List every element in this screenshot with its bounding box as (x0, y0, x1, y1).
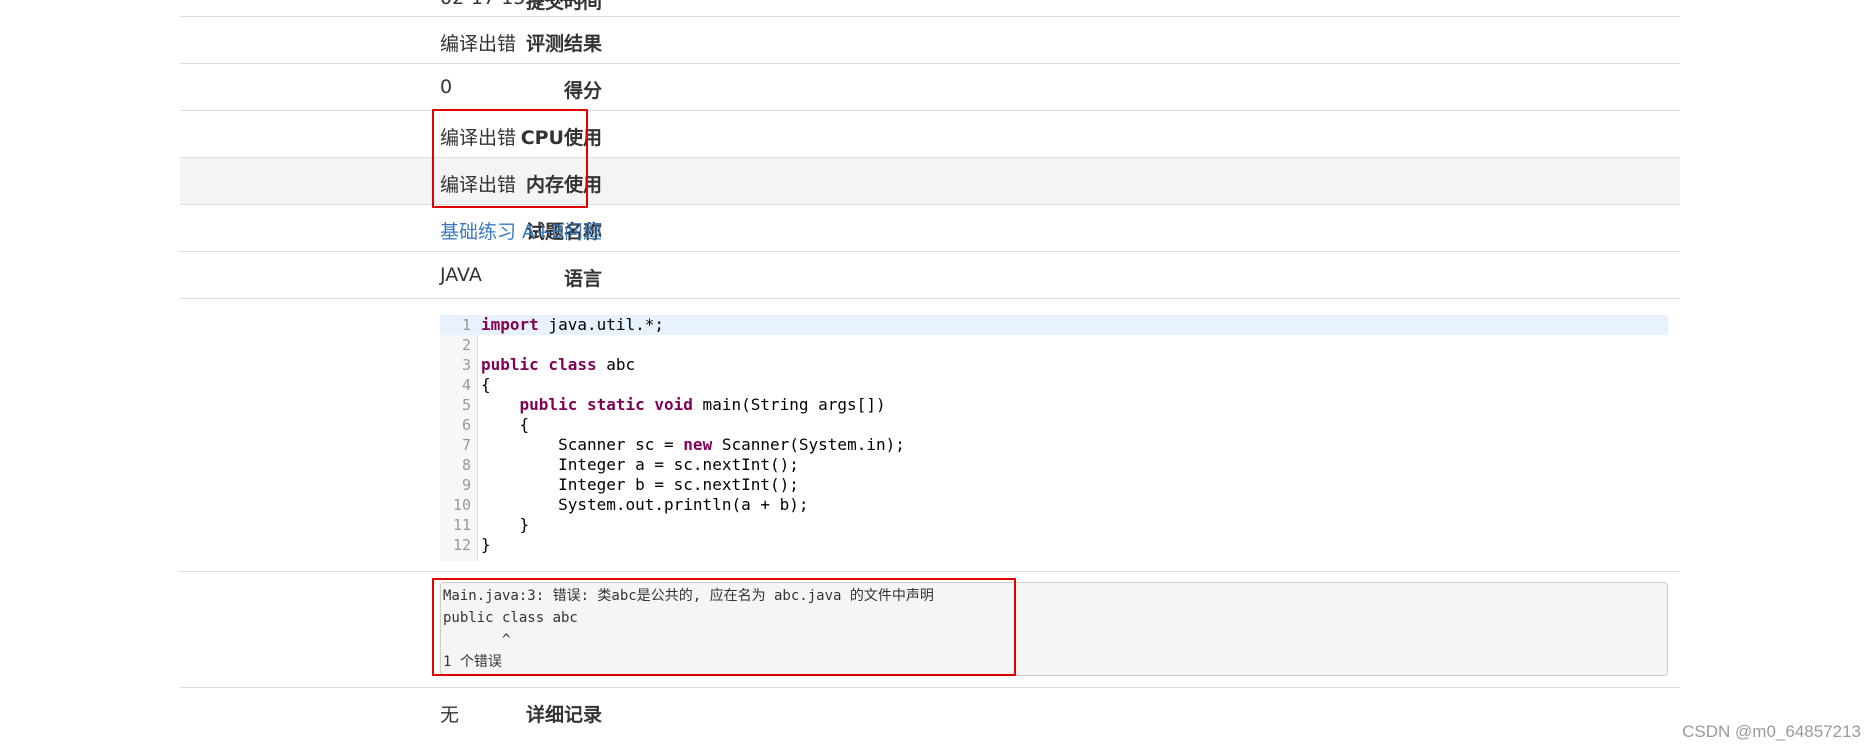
label-detail: 详细记录 (525, 704, 602, 726)
label-language: 语言 (563, 268, 602, 290)
code-text: import java.util.*; (481, 315, 664, 335)
code-segment: { (481, 375, 491, 394)
code-segment: System.out.println(a + b); (481, 495, 809, 514)
code-line: 7 Scanner sc = new Scanner(System.in); (440, 435, 1668, 455)
code-text: { (481, 375, 491, 395)
code-segment: { (481, 415, 530, 434)
row-result: 评测结果 编译出错 (180, 17, 1680, 64)
code-segment: java.util.*; (538, 315, 665, 334)
code-keyword: public static void (519, 395, 693, 414)
code-text: Integer a = sc.nextInt(); (481, 455, 799, 475)
value-memory: 编译出错 (440, 174, 517, 196)
line-number: 4 (461, 376, 471, 394)
compile-message-line: public class abc (443, 610, 578, 626)
code-text: System.out.println(a + b); (481, 495, 809, 515)
watermark: CSDN @m0_64857213 (1682, 722, 1861, 741)
line-number: 3 (461, 356, 471, 374)
code-segment: Integer b = sc.nextInt(); (481, 475, 799, 494)
row-submit-time: 提交时间 02-17 15:54:49 (180, 0, 1680, 17)
code-line: 2 (440, 335, 1668, 355)
code-segment: main(String args[]) (692, 395, 886, 414)
value-submit-time: 02-17 15:54:49 (440, 0, 587, 9)
code-segment: } (481, 515, 530, 534)
code-line: 9 Integer b = sc.nextInt(); (440, 475, 1668, 495)
line-number: 6 (461, 416, 471, 434)
row-compile: 编译信息 Main.java:3: 错误: 类abc是公共的, 应在名为 abc… (180, 572, 1680, 688)
row-source: 源代码 1import java.util.*;23public class a… (180, 299, 1680, 572)
code-segment: Integer a = sc.nextInt(); (481, 455, 799, 474)
code-keyword: import (481, 315, 539, 334)
row-cpu: CPU使用 编译出错 (180, 111, 1680, 158)
code-text: Integer b = sc.nextInt(); (481, 475, 799, 495)
line-number: 7 (461, 436, 471, 454)
code-keyword: new (683, 435, 713, 454)
compile-message-box: Main.java:3: 错误: 类abc是公共的, 应在名为 abc.java… (440, 582, 1668, 676)
label-score: 得分 (563, 80, 602, 102)
line-number: 2 (461, 336, 471, 354)
code-line: 4{ (440, 375, 1668, 395)
value-language: JAVA (440, 264, 482, 286)
code-text: } (481, 515, 530, 535)
row-detail: 详细记录 无 (180, 688, 1680, 736)
code-line: 10 System.out.println(a + b); (440, 495, 1668, 515)
source-code-viewer: 1 import java.util.*; 2 3 public class abc 4{… (440, 315, 1668, 561)
code-text: public static void main(String args[]) (481, 395, 886, 415)
code-segment: Scanner(System.in); (712, 435, 905, 454)
code-line: 1 import java.util.*; (440, 315, 1668, 335)
code-segment: Scanner sc = (481, 435, 684, 454)
line-number: 11 (452, 516, 471, 534)
code-line: 3 public class abc (440, 355, 1668, 375)
code-segment: } (481, 535, 491, 554)
code-keyword: public class (481, 355, 597, 374)
row-problem: 试题名称 基础练习 A+B问题 (180, 205, 1680, 252)
line-number: 8 (461, 456, 471, 474)
problem-link[interactable]: 基础练习 A+B问题 (440, 217, 602, 244)
row-memory: 内存使用 编译出错 (180, 158, 1680, 205)
submission-detail-table: 提交时间 02-17 15:54:49 评测结果 编译出错 得分 0 CPU使用… (180, 0, 1680, 736)
code-text: } (481, 535, 491, 555)
code-line: 6 { (440, 415, 1668, 435)
line-number: 1 (461, 316, 471, 334)
value-score: 0 (440, 76, 453, 98)
line-number: 9 (461, 476, 471, 494)
row-score: 得分 0 (180, 64, 1680, 111)
value-detail: 无 (440, 704, 460, 726)
line-number: 10 (452, 496, 471, 514)
row-language: 语言 JAVA (180, 252, 1680, 299)
code-line: 5 public static void main(String args[]) (440, 395, 1668, 415)
value-result: 编译出错 (440, 33, 517, 55)
code-segment: abc (596, 355, 636, 374)
code-text: { (481, 415, 530, 435)
code-line: 11 } (440, 515, 1668, 535)
code-text: Scanner sc = new Scanner(System.in); (481, 435, 905, 455)
code-line: 12} (440, 535, 1668, 555)
code-text: public class abc (481, 355, 635, 375)
compile-message-line: 1 个错误 (443, 654, 502, 670)
compile-message-line: Main.java:3: 错误: 类abc是公共的, 应在名为 abc.java… (443, 588, 934, 604)
line-number: 5 (461, 396, 471, 414)
value-cpu: 编译出错 (440, 127, 517, 149)
line-number: 12 (452, 536, 471, 554)
code-line: 8 Integer a = sc.nextInt(); (440, 455, 1668, 475)
compile-message-line: ^ (443, 632, 511, 648)
